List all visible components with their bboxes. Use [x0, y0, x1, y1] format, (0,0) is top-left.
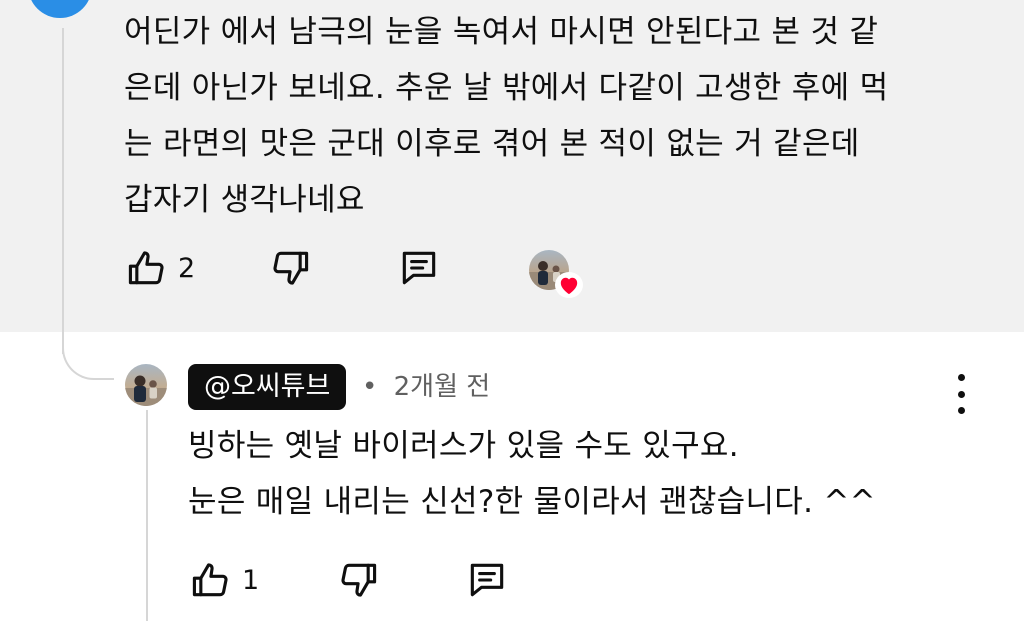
thumbs-up-icon — [128, 251, 164, 285]
reply-comment-text: 빙하는 옛날 바이러스가 있을 수도 있구요. 눈은 매일 내리는 신선?한 물… — [188, 428, 876, 520]
parent-comment-text: 어딘가 에서 남극의 눈을 녹여서 마시면 안된다고 본 것 같 은데 아닌가 … — [124, 14, 889, 218]
thread-connector — [62, 330, 114, 380]
parent-like-count: 2 — [178, 252, 196, 284]
creator-heart-badge — [529, 250, 583, 298]
meta-separator: • — [362, 372, 378, 402]
thumbs-down-icon — [273, 251, 309, 285]
parent-avatar[interactable] — [28, 0, 92, 18]
reply-reply-button[interactable] — [465, 558, 509, 602]
parent-dislike-button[interactable] — [269, 246, 313, 290]
parent-comment: 어딘가 에서 남극의 눈을 녹여서 마시면 안된다고 본 것 같 은데 아닌가 … — [0, 0, 1024, 332]
thread-line — [62, 28, 64, 354]
parent-reply-button[interactable] — [397, 246, 441, 290]
reply-thread-line — [146, 410, 148, 621]
reply-like-button[interactable]: 1 — [188, 558, 259, 602]
reply-author-badge[interactable]: @오씨튜브 — [188, 364, 347, 410]
comment-icon — [402, 251, 436, 285]
thumbs-up-icon — [192, 563, 228, 597]
parent-like-button[interactable]: 2 — [124, 246, 195, 290]
comment-icon — [470, 563, 504, 597]
heart-icon — [555, 272, 583, 298]
comment-thread: 어딘가 에서 남극의 눈을 녹여서 마시면 안된다고 본 것 같 은데 아닌가 … — [0, 0, 1024, 621]
parent-action-bar: 2 — [124, 246, 441, 290]
reply-dislike-button[interactable] — [337, 558, 381, 602]
reply-author-avatar[interactable] — [125, 364, 167, 406]
thumbs-down-icon — [341, 563, 377, 597]
reply-like-count: 1 — [242, 564, 260, 596]
reply-action-bar: 1 — [188, 558, 509, 602]
reply-timestamp: 2개월 전 — [393, 372, 491, 402]
more-vertical-icon — [957, 374, 965, 381]
reply-meta: • 2개월 전 — [362, 364, 490, 410]
more-options-button[interactable] — [944, 374, 978, 414]
